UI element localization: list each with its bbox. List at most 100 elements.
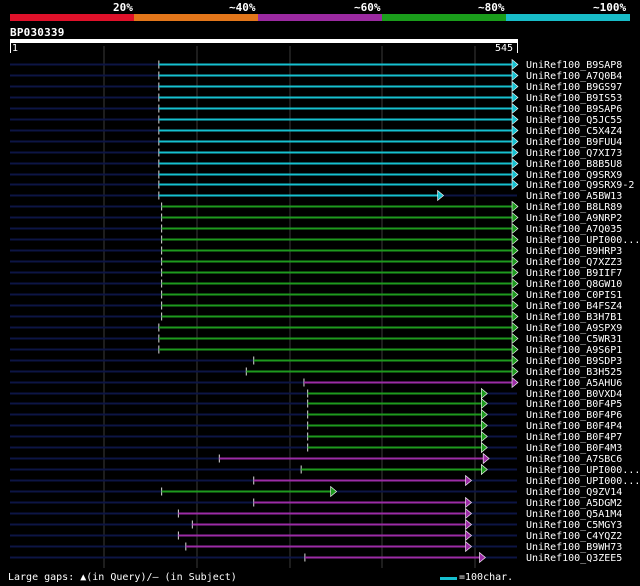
hit-arrowhead bbox=[481, 430, 488, 443]
hit-label[interactable]: UniRef100_B3H525 bbox=[526, 367, 622, 378]
hit-row[interactable]: UniRef100_Q9ZV14 bbox=[10, 485, 622, 499]
hit-row[interactable]: UniRef100_B9FUU4 bbox=[10, 135, 622, 149]
hit-row[interactable]: UniRef100_A5BW13 bbox=[10, 189, 622, 203]
hit-label[interactable]: UniRef100_Q5JC55 bbox=[526, 115, 622, 126]
hit-row[interactable]: UniRef100_B3H525 bbox=[10, 365, 622, 379]
hit-label[interactable]: UniRef100_UPI000... bbox=[526, 465, 640, 476]
hit-arrowhead bbox=[511, 365, 519, 378]
hit-label[interactable]: UniRef100_Q5A1M4 bbox=[526, 509, 622, 520]
hit-row[interactable]: UniRef100_B0F4P7 bbox=[10, 430, 622, 444]
hit-arrowhead bbox=[511, 178, 519, 191]
hit-label[interactable]: UniRef100_A9SPX9 bbox=[526, 323, 622, 334]
hit-label[interactable]: UniRef100_B9IS53 bbox=[526, 93, 622, 104]
hit-label[interactable]: UniRef100_B9IIF7 bbox=[526, 268, 622, 279]
hit-row[interactable]: UniRef100_B8B5U8 bbox=[10, 157, 622, 171]
hit-label[interactable]: UniRef100_B8B5U8 bbox=[526, 159, 622, 170]
hit-arrowhead bbox=[511, 288, 519, 301]
hit-arrowhead bbox=[511, 211, 519, 224]
hit-row[interactable]: UniRef100_C0PIS1 bbox=[10, 288, 622, 302]
hit-row[interactable]: UniRef100_B9SDP3 bbox=[10, 354, 622, 368]
hit-label[interactable]: UniRef100_Q9SRX9-2 bbox=[526, 180, 634, 191]
hit-row[interactable]: UniRef100_B9HRP3 bbox=[10, 244, 622, 258]
hit-label[interactable]: UniRef100_C4YQZ2 bbox=[526, 531, 622, 542]
hit-label[interactable]: UniRef100_C5MGY3 bbox=[526, 520, 622, 531]
hit-label[interactable]: UniRef100_B9SAP8 bbox=[526, 60, 622, 71]
hit-row[interactable]: UniRef100_B0F4M3 bbox=[10, 441, 622, 455]
hit-row[interactable]: UniRef100_A9NRP2 bbox=[10, 211, 622, 225]
hit-row[interactable]: UniRef100_A5AHU6 bbox=[10, 376, 622, 390]
hit-row[interactable]: UniRef100_A9SPX9 bbox=[10, 321, 622, 335]
hit-row[interactable]: UniRef100_C4YQZ2 bbox=[10, 529, 622, 543]
hit-row[interactable]: UniRef100_B9IS53 bbox=[10, 91, 622, 105]
hit-label[interactable]: UniRef100_B0F4P4 bbox=[526, 421, 622, 432]
hit-arrowhead bbox=[465, 474, 472, 487]
hit-arrowhead bbox=[481, 397, 488, 410]
hit-arrowhead bbox=[511, 168, 519, 181]
hit-label[interactable]: UniRef100_B4FSZ4 bbox=[526, 301, 622, 312]
hit-label[interactable]: UniRef100_A5BW13 bbox=[526, 191, 622, 202]
hit-arrowhead bbox=[481, 387, 488, 400]
hit-arrowhead bbox=[511, 354, 519, 367]
hit-label[interactable]: UniRef100_B9SAP6 bbox=[526, 104, 622, 115]
hit-row[interactable]: UniRef100_Q7XI73 bbox=[10, 146, 622, 160]
hit-row[interactable]: UniRef100_B8LR89 bbox=[10, 200, 622, 214]
hit-label[interactable]: UniRef100_Q9ZV14 bbox=[526, 487, 622, 498]
hit-arrowhead bbox=[511, 146, 519, 159]
hit-arrowhead bbox=[481, 408, 488, 421]
hit-label[interactable]: UniRef100_A9S6P1 bbox=[526, 345, 622, 356]
hit-row[interactable]: UniRef100_A7SBC6 bbox=[10, 452, 622, 466]
hit-row[interactable]: UniRef100_B3H7B1 bbox=[10, 310, 622, 324]
scale-label: =100char. bbox=[459, 572, 514, 583]
hit-label[interactable]: UniRef100_Q8GW10 bbox=[526, 279, 622, 290]
hit-row[interactable]: UniRef100_Q8GW10 bbox=[10, 277, 622, 291]
hit-row[interactable]: UniRef100_A7Q035 bbox=[10, 222, 622, 236]
hit-label[interactable]: UniRef100_B3H7B1 bbox=[526, 312, 622, 323]
hit-row[interactable]: UniRef100_Q3ZEE5 bbox=[10, 551, 622, 565]
hit-label[interactable]: UniRef100_A5DGM2 bbox=[526, 498, 622, 509]
hit-label[interactable]: UniRef100_C0PIS1 bbox=[526, 290, 622, 301]
hit-row[interactable]: UniRef100_Q5JC55 bbox=[10, 113, 622, 127]
hit-label[interactable]: UniRef100_UPI000... bbox=[526, 235, 640, 246]
hit-row[interactable]: UniRef100_B0F4P6 bbox=[10, 408, 622, 422]
hit-label[interactable]: UniRef100_Q3ZEE5 bbox=[526, 553, 622, 564]
hit-label[interactable]: UniRef100_A9NRP2 bbox=[526, 213, 622, 224]
hit-arrowhead bbox=[511, 277, 519, 290]
hit-row[interactable]: UniRef100_C5X4Z4 bbox=[10, 124, 622, 138]
hit-row[interactable]: UniRef100_B9SAP8 bbox=[10, 58, 622, 72]
hit-label[interactable]: UniRef100_B9SDP3 bbox=[526, 356, 622, 367]
hit-row[interactable]: UniRef100_B9SAP6 bbox=[10, 102, 622, 116]
hit-row[interactable]: UniRef100_C5WR31 bbox=[10, 332, 622, 346]
hit-label[interactable]: UniRef100_B8LR89 bbox=[526, 202, 622, 213]
hit-label[interactable]: UniRef100_B9HRP3 bbox=[526, 246, 622, 257]
hit-label[interactable]: UniRef100_B9WH73 bbox=[526, 542, 622, 553]
hit-label[interactable]: UniRef100_B9FUU4 bbox=[526, 137, 622, 148]
hit-row[interactable]: UniRef100_B9IIF7 bbox=[10, 266, 622, 280]
hit-label[interactable]: UniRef100_UPI000... bbox=[526, 476, 640, 487]
hit-label[interactable]: UniRef100_B9GS97 bbox=[526, 82, 622, 93]
hit-label[interactable]: UniRef100_A7Q0B4 bbox=[526, 71, 622, 82]
hit-row[interactable]: UniRef100_Q5A1M4 bbox=[10, 507, 622, 521]
hit-label[interactable]: UniRef100_B0F4M3 bbox=[526, 443, 622, 454]
hit-row[interactable]: UniRef100_A9S6P1 bbox=[10, 343, 622, 357]
hit-label[interactable]: UniRef100_C5WR31 bbox=[526, 334, 622, 345]
hit-label[interactable]: UniRef100_A7Q035 bbox=[526, 224, 622, 235]
hit-label[interactable]: UniRef100_B0F4P5 bbox=[526, 399, 622, 410]
hit-row[interactable]: UniRef100_B9WH73 bbox=[10, 540, 622, 554]
hit-row[interactable]: UniRef100_B4FSZ4 bbox=[10, 299, 622, 313]
hit-label[interactable]: UniRef100_Q7XI73 bbox=[526, 148, 622, 159]
hit-row[interactable]: UniRef100_B9GS97 bbox=[10, 80, 622, 94]
hit-row[interactable]: UniRef100_B0F4P4 bbox=[10, 419, 622, 433]
hit-row[interactable]: UniRef100_B0F4P5 bbox=[10, 397, 622, 411]
hit-label[interactable]: UniRef100_B0F4P6 bbox=[526, 410, 622, 421]
hit-row[interactable]: UniRef100_C5MGY3 bbox=[10, 518, 622, 532]
hit-row[interactable]: UniRef100_A7Q0B4 bbox=[10, 69, 622, 83]
hit-row[interactable]: UniRef100_A5DGM2 bbox=[10, 496, 622, 510]
hit-label[interactable]: UniRef100_Q7XZZ3 bbox=[526, 257, 622, 268]
hit-row[interactable]: UniRef100_Q7XZZ3 bbox=[10, 255, 622, 269]
hit-arrowhead bbox=[481, 463, 488, 476]
hit-arrowhead bbox=[511, 233, 519, 246]
hit-label[interactable]: UniRef100_A5AHU6 bbox=[526, 378, 622, 389]
hit-label[interactable]: UniRef100_B0F4P7 bbox=[526, 432, 622, 443]
hit-label[interactable]: UniRef100_A7SBC6 bbox=[526, 454, 622, 465]
hit-label[interactable]: UniRef100_C5X4Z4 bbox=[526, 126, 622, 137]
